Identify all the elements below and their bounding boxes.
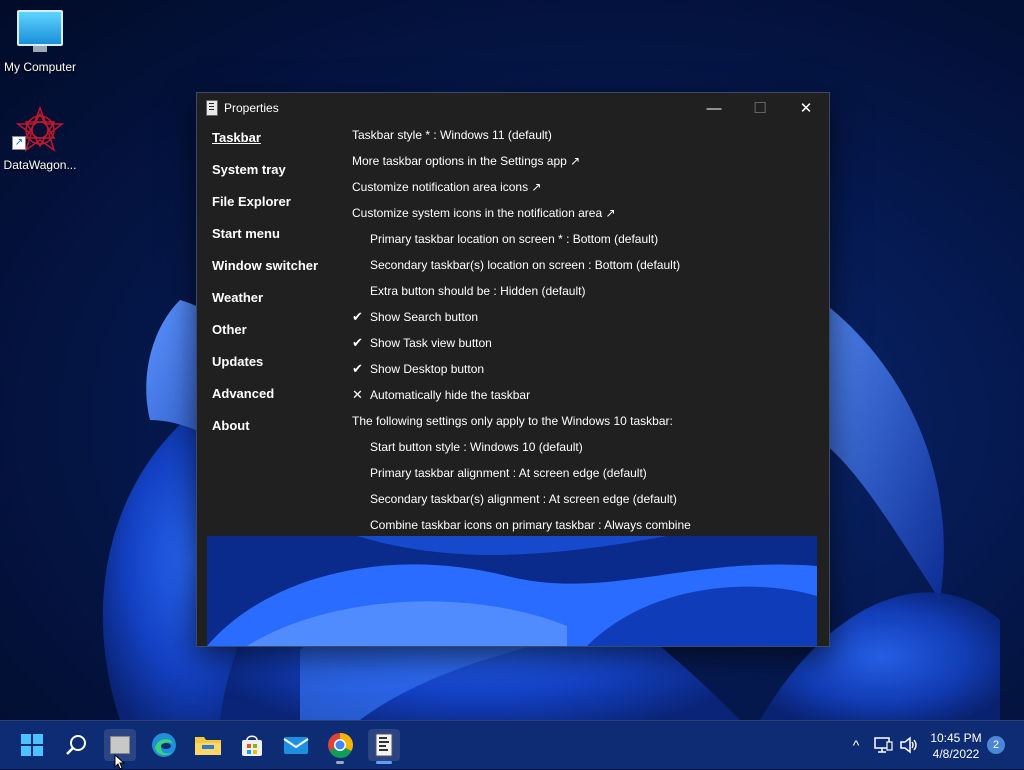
running-indicator (336, 761, 344, 764)
option-customize-system-icons-link[interactable]: Customize system icons in the notificati… (352, 204, 822, 230)
network-icon[interactable] (872, 734, 894, 756)
option-taskbar-style[interactable]: Taskbar style * : Windows 11 (default) (352, 126, 822, 152)
close-button[interactable]: ✕ (783, 93, 829, 123)
option-customize-notification-icons-link[interactable]: Customize notification area icons ↗ (352, 178, 822, 204)
taskbar-chrome-button[interactable] (324, 729, 356, 764)
active-indicator (376, 761, 392, 764)
check-icon: ✔ (352, 335, 363, 350)
option-label: Automatically hide the taskbar (370, 388, 531, 402)
option-show-desktop-button[interactable]: ✔ Show Desktop button (352, 360, 822, 386)
properties-app-icon (375, 733, 393, 757)
cross-icon: ✕ (352, 387, 363, 402)
option-secondary-taskbar-location[interactable]: Secondary taskbar(s) location on screen … (352, 256, 822, 282)
taskbar: ^ 10:45 PM 4/8/2022 2 (0, 720, 1024, 769)
settings-nav: Taskbar System tray File Explorer Start … (212, 130, 318, 450)
system-tray: ^ (846, 721, 920, 769)
desktop-icon-label: My Computer (3, 60, 77, 74)
shortcut-arrow-icon: ↗ (12, 136, 26, 150)
nav-item-system-tray[interactable]: System tray (212, 162, 318, 194)
show-hidden-icons-chevron-icon[interactable]: ^ (846, 737, 866, 753)
desktop-icon-label: DataWagon... (3, 158, 77, 172)
taskbar-search-button[interactable] (60, 729, 92, 761)
window-title: Properties (224, 101, 279, 115)
properties-app-icon (206, 100, 218, 116)
taskbar-file-explorer-button[interactable] (192, 729, 224, 761)
mail-icon (283, 737, 309, 754)
option-label: Show Search button (370, 310, 479, 324)
computer-icon (17, 10, 63, 52)
search-icon (66, 735, 86, 755)
option-primary-taskbar-alignment[interactable]: Primary taskbar alignment : At screen ed… (352, 464, 822, 490)
nav-item-updates[interactable]: Updates (212, 354, 318, 386)
nav-item-other[interactable]: Other (212, 322, 318, 354)
window-titlebar[interactable]: Properties — ☐ ✕ (197, 93, 829, 123)
clock-date: 4/8/2022 (932, 747, 980, 761)
option-combine-taskbar-icons[interactable]: Combine taskbar icons on primary taskbar… (352, 516, 822, 534)
option-secondary-taskbar-alignment[interactable]: Secondary taskbar(s) alignment : At scre… (352, 490, 822, 516)
desktop-icon-my-computer[interactable]: My Computer (0, 10, 80, 74)
nav-item-file-explorer[interactable]: File Explorer (212, 194, 318, 226)
windows10-section-heading: The following settings only apply to the… (352, 414, 673, 428)
clock-time: 10:45 PM (930, 731, 982, 745)
notification-badge[interactable]: 2 (987, 736, 1005, 754)
taskbar-options-list: Taskbar style * : Windows 11 (default) M… (352, 126, 822, 534)
nav-item-advanced[interactable]: Advanced (212, 386, 318, 418)
option-primary-taskbar-location[interactable]: Primary taskbar location on screen * : B… (352, 230, 822, 256)
edge-icon (152, 733, 176, 757)
option-label: Show Desktop button (370, 362, 485, 376)
option-extra-button[interactable]: Extra button should be : Hidden (default… (352, 282, 822, 308)
option-auto-hide-taskbar[interactable]: ✕ Automatically hide the taskbar (352, 386, 822, 412)
check-icon: ✔ (352, 309, 363, 324)
nav-item-taskbar[interactable]: Taskbar (212, 130, 318, 162)
taskbar-clock[interactable]: 10:45 PM 4/8/2022 (924, 730, 988, 762)
nav-item-weather[interactable]: Weather (212, 290, 318, 322)
window-transparent-region (207, 536, 817, 646)
nav-item-start-menu[interactable]: Start menu (212, 226, 318, 258)
volume-icon[interactable] (898, 734, 920, 756)
taskbar-edge-button[interactable] (148, 729, 180, 761)
nav-item-about[interactable]: About (212, 418, 318, 450)
minimize-button[interactable]: — (691, 93, 737, 123)
taskbar-mail-button[interactable] (280, 729, 312, 761)
option-start-button-style[interactable]: Start button style : Windows 10 (default… (352, 438, 822, 464)
store-icon (242, 735, 262, 756)
chrome-icon (328, 732, 353, 758)
windows-start-icon (21, 734, 43, 756)
maximize-button[interactable]: ☐ (737, 93, 783, 123)
option-show-search-button[interactable]: ✔ Show Search button (352, 308, 822, 334)
taskbar-store-button[interactable] (236, 729, 268, 761)
properties-window: Properties — ☐ ✕ Taskbar System tray Fil… (196, 92, 830, 647)
option-more-taskbar-settings-link[interactable]: More taskbar options in the Settings app… (352, 152, 822, 178)
nav-item-window-switcher[interactable]: Window switcher (212, 258, 318, 290)
option-show-task-view-button[interactable]: ✔ Show Task view button (352, 334, 822, 360)
explorer-window-icon (110, 736, 130, 754)
taskbar-properties-button[interactable] (368, 729, 400, 764)
desktop-icon-datawagon[interactable]: ↗ DataWagon... (0, 106, 80, 172)
folder-icon (195, 737, 221, 755)
start-button[interactable] (16, 729, 48, 761)
option-label: Show Task view button (370, 336, 492, 350)
check-icon: ✔ (352, 361, 363, 376)
